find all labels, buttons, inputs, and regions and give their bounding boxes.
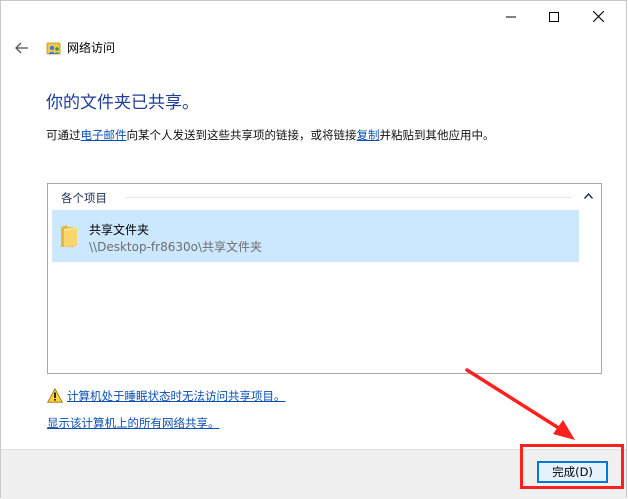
item-path: \\Desktop-fr8630o\共享文件夹 bbox=[89, 240, 262, 254]
back-button[interactable] bbox=[11, 37, 33, 59]
minimize-icon bbox=[506, 16, 516, 17]
group-divider bbox=[126, 197, 571, 198]
folder-icon bbox=[61, 225, 77, 247]
list-item[interactable]: 共享文件夹 \\Desktop-fr8630o\共享文件夹 bbox=[52, 210, 579, 262]
close-icon bbox=[592, 11, 604, 22]
maximize-icon bbox=[549, 11, 559, 22]
close-button[interactable] bbox=[575, 1, 621, 32]
minimize-button[interactable] bbox=[488, 1, 534, 32]
sleep-warning-link[interactable]: 计算机处于睡眠状态时无法访问共享项目。 bbox=[67, 388, 286, 404]
chevron-up-icon bbox=[583, 193, 593, 199]
item-name: 共享文件夹 bbox=[89, 223, 150, 237]
warning-icon bbox=[47, 388, 63, 403]
show-all-shares-link[interactable]: 显示该计算机上的所有网络共享。 bbox=[47, 415, 220, 431]
group-header: 各个项目 bbox=[61, 191, 107, 205]
shared-items-list[interactable]: 各个项目 共享文件夹 \\Desktop-fr8630o\共享文件夹 bbox=[47, 183, 602, 374]
back-arrow-icon bbox=[15, 42, 28, 54]
page-heading: 你的文件夹已共享。 bbox=[46, 93, 199, 113]
maximize-button[interactable] bbox=[531, 1, 577, 32]
network-users-icon bbox=[46, 42, 61, 55]
copy-link[interactable]: 复制 bbox=[357, 128, 380, 142]
share-description: 可通过电子邮件向某个人发送到这些共享项的链接，或将链接复制并粘贴到其他应用中。 bbox=[46, 127, 495, 143]
network-access-window: 网络访问 你的文件夹已共享。 可通过电子邮件向某个人发送到这些共享项的链接，或将… bbox=[0, 0, 627, 499]
email-link[interactable]: 电子邮件 bbox=[81, 128, 127, 142]
description-text-2: 向某个人发送到这些共享项的链接，或将链接 bbox=[126, 128, 357, 142]
window-title: 网络访问 bbox=[67, 41, 116, 55]
description-text-1: 可通过 bbox=[46, 128, 81, 142]
collapse-group-button[interactable] bbox=[581, 189, 595, 203]
annotation-arrow-icon bbox=[465, 368, 575, 440]
description-text-3: 并粘贴到其他应用中。 bbox=[379, 128, 495, 142]
annotation-highlight-box bbox=[520, 444, 624, 489]
